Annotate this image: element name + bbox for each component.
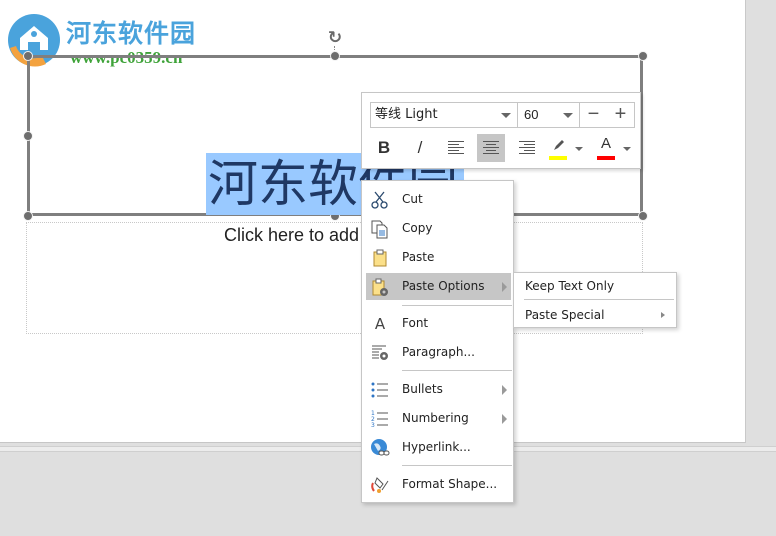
paste-options-submenu: Keep Text Only Paste Special <box>513 272 677 328</box>
watermark-title: 河东软件园 <box>66 19 197 48</box>
format-shape-icon <box>371 477 389 493</box>
numbering-icon: 1 2 3 <box>371 410 388 429</box>
align-right-icon <box>519 141 535 155</box>
menu-item-label: Cut <box>402 192 423 206</box>
resize-handle-top[interactable] <box>330 51 340 61</box>
paste-options-icon <box>372 278 388 296</box>
font-icon: A <box>374 315 386 333</box>
menu-item-label: Hyperlink... <box>402 440 471 454</box>
highlighter-icon <box>554 140 564 150</box>
menu-item-label: Paste Options <box>402 279 485 293</box>
submenu-item-paste-special[interactable]: Paste Special <box>515 303 675 329</box>
mini-format-toolbar: 等线 Light 60 − + B / A <box>361 92 641 169</box>
menu-item-cut[interactable]: Cut <box>366 186 511 213</box>
resize-handle-top-left[interactable] <box>23 51 33 61</box>
submenu-item-keep-text-only[interactable]: Keep Text Only <box>515 274 675 300</box>
menu-item-label: Copy <box>402 221 433 235</box>
menu-item-format-shape[interactable]: Format Shape... <box>366 471 511 498</box>
highlight-color-swatch <box>549 156 567 160</box>
menu-item-label: Format Shape... <box>402 477 498 491</box>
resize-handle-top-right[interactable] <box>638 51 648 61</box>
align-left-icon <box>448 141 464 155</box>
menu-item-bullets[interactable]: Bullets <box>366 376 511 403</box>
svg-text:3: 3 <box>371 422 375 429</box>
align-center-icon <box>483 141 499 155</box>
menu-item-label: Numbering <box>402 411 469 425</box>
menu-item-paste[interactable]: Paste <box>366 244 511 271</box>
highlight-dropdown-icon[interactable] <box>575 147 583 151</box>
submenu-arrow-icon <box>502 385 507 395</box>
resize-handle-bottom-left[interactable] <box>23 211 33 221</box>
align-center-button[interactable] <box>477 134 505 162</box>
bullets-icon <box>371 382 388 398</box>
font-name-value: 等线 Light <box>375 107 438 122</box>
chevron-down-icon[interactable] <box>563 113 573 118</box>
font-color-icon: A <box>601 135 612 152</box>
align-left-button[interactable] <box>442 134 470 162</box>
font-size-stepper: − + <box>579 102 635 128</box>
presentation-editor: 河东软件园 www.pc0359.cn ↻ 河东软件园 Click here t… <box>0 0 776 536</box>
menu-item-label: Bullets <box>402 382 443 396</box>
decrease-font-size-button[interactable]: − <box>580 103 607 127</box>
submenu-arrow-icon <box>661 312 665 318</box>
menu-item-copy[interactable]: Copy <box>366 215 511 242</box>
align-right-button[interactable] <box>513 134 541 162</box>
context-menu: Cut Copy Paste Paste Options A Font Para… <box>361 180 514 503</box>
scissors-icon <box>371 191 388 209</box>
font-color-dropdown-icon[interactable] <box>623 147 631 151</box>
menu-item-label: Font <box>402 316 429 330</box>
menu-separator <box>402 305 512 306</box>
menu-item-paste-options[interactable]: Paste Options <box>366 273 511 300</box>
submenu-separator <box>524 299 674 300</box>
resize-handle-bottom-right[interactable] <box>638 211 648 221</box>
chevron-down-icon[interactable] <box>501 113 511 118</box>
hyperlink-icon <box>371 439 390 456</box>
menu-separator <box>402 465 512 466</box>
bold-button[interactable]: B <box>370 134 398 162</box>
rotate-handle-icon[interactable]: ↻ <box>327 29 343 47</box>
increase-font-size-button[interactable]: + <box>607 103 634 127</box>
menu-item-numbering[interactable]: 1 2 3 Numbering <box>366 405 511 432</box>
submenu-arrow-icon <box>502 414 507 424</box>
menu-separator <box>402 370 512 371</box>
font-name-combobox[interactable]: 等线 Light <box>370 102 518 128</box>
menu-item-label: Paragraph... <box>402 345 475 359</box>
submenu-arrow-icon <box>502 282 507 292</box>
font-size-combobox[interactable]: 60 <box>517 102 580 128</box>
submenu-item-label: Keep Text Only <box>525 279 615 293</box>
highlight-color-button[interactable] <box>545 134 573 162</box>
resize-handle-left[interactable] <box>23 131 33 141</box>
submenu-item-label: Paste Special <box>525 308 605 322</box>
menu-item-font[interactable]: A Font <box>366 310 511 337</box>
menu-item-paragraph[interactable]: Paragraph... <box>366 339 511 366</box>
paragraph-icon <box>372 345 388 360</box>
italic-button[interactable]: / <box>406 134 434 162</box>
copy-icon <box>371 220 388 239</box>
font-size-value: 60 <box>524 107 539 122</box>
font-color-button[interactable]: A <box>593 134 621 162</box>
menu-item-label: Paste <box>402 250 435 264</box>
font-color-swatch <box>597 156 615 160</box>
clipboard-icon <box>373 249 387 267</box>
menu-item-hyperlink[interactable]: Hyperlink... <box>366 434 511 461</box>
